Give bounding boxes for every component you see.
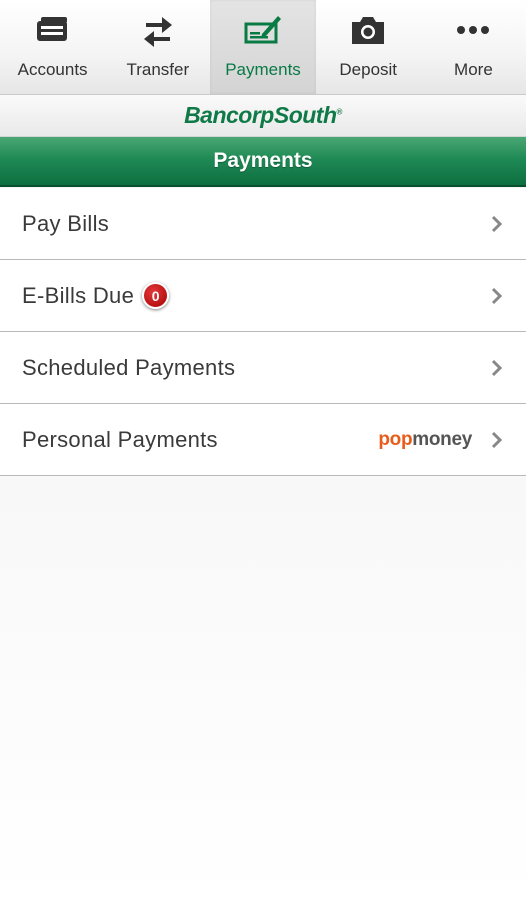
menu-item-label: Scheduled Payments	[22, 354, 236, 380]
tab-payments-label: Payments	[225, 60, 301, 79]
menu-item-label: E-Bills Due	[22, 282, 135, 308]
ellipsis-icon	[453, 12, 493, 48]
tab-transfer[interactable]: Transfer	[105, 0, 210, 94]
chevron-right-icon	[490, 358, 504, 378]
popmoney-logo-money: money	[412, 428, 472, 450]
menu-item-e-bills-due[interactable]: E-Bills Due 0	[0, 260, 526, 332]
page-title: Payments	[213, 149, 313, 172]
chevron-right-icon	[490, 286, 504, 306]
tab-bar: Accounts Transfer Payments Deposit More	[0, 0, 526, 95]
brand-bar: BancorpSouth®	[0, 95, 526, 137]
tab-more-label: More	[454, 60, 493, 79]
chevron-right-icon	[490, 214, 504, 234]
brand-logo: BancorpSouth®	[184, 102, 342, 129]
check-pen-icon	[243, 12, 283, 48]
menu-item-pay-bills[interactable]: Pay Bills	[0, 188, 526, 260]
transfer-arrows-icon	[138, 12, 178, 48]
popmoney-logo-pop: pop	[378, 428, 413, 450]
chevron-right-icon	[490, 430, 504, 450]
menu-item-label: Personal Payments	[22, 426, 218, 452]
menu-item-personal-payments[interactable]: Personal Payments popmoney	[0, 404, 526, 476]
tab-transfer-label: Transfer	[126, 60, 190, 79]
menu-item-scheduled-payments[interactable]: Scheduled Payments	[0, 332, 526, 404]
brand-trademark: ®	[336, 107, 343, 117]
tab-accounts[interactable]: Accounts	[0, 0, 105, 94]
tab-deposit[interactable]: Deposit	[316, 0, 421, 94]
popmoney-logo: popmoney	[378, 429, 472, 451]
camera-icon	[348, 12, 388, 48]
tab-payments[interactable]: Payments	[210, 0, 316, 94]
tab-more[interactable]: More	[421, 0, 526, 94]
page-title-bar: Payments	[0, 137, 526, 187]
tab-accounts-label: Accounts	[17, 60, 88, 79]
e-bills-count-badge: 0	[142, 282, 170, 309]
wallet-icon	[33, 12, 73, 48]
payments-menu-list: Pay Bills E-Bills Due 0 Scheduled Paymen…	[0, 188, 526, 476]
brand-name: BancorpSouth	[184, 102, 337, 128]
tab-deposit-label: Deposit	[339, 60, 398, 79]
menu-item-label: Pay Bills	[22, 210, 110, 236]
